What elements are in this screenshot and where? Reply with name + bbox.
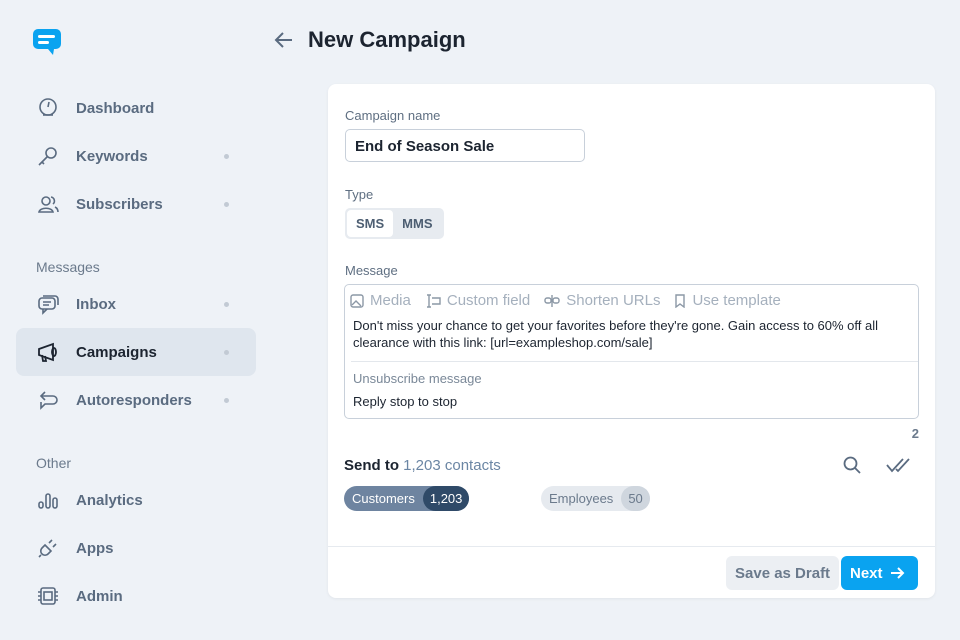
sidebar-item-inbox[interactable]: Inbox [16,280,256,328]
arrow-right-icon [890,567,904,579]
message-body-input[interactable]: Don't miss your chance to get your favor… [353,317,903,351]
sidebar-item-keywords[interactable]: Keywords [16,132,256,180]
recipient-chip-employees[interactable]: Employees 50 [541,486,650,511]
text-cursor-icon [426,293,441,308]
custom-field-button[interactable]: Custom field [425,292,530,309]
app-logo [33,29,61,55]
chip-icon [36,584,60,608]
plug-icon [36,536,60,560]
message-editor: Media Custom field Shorten URLs Use temp… [344,284,919,419]
campaign-form: Campaign name End of Season Sale Type SM… [328,84,935,598]
sidebar-item-apps[interactable]: Apps [16,524,256,572]
unsubscribe-label: Unsubscribe message [353,371,482,386]
select-all-icon[interactable] [886,457,910,473]
bar-chart-icon [36,488,60,512]
unsubscribe-input[interactable]: Reply stop to stop [353,394,457,409]
chat-icon [36,292,60,316]
type-toggle: SMS MMS [345,208,444,239]
campaign-name-label: Campaign name [345,108,441,123]
recipient-chip-customers[interactable]: Customers 1,203 [344,486,470,511]
next-button[interactable]: Next [841,556,918,590]
search-icon[interactable] [843,456,861,474]
media-button[interactable]: Media [350,292,411,309]
save-draft-button[interactable]: Save as Draft [726,556,840,590]
bookmark-icon [675,293,686,308]
type-sms-option[interactable]: SMS [347,210,394,237]
sidebar-item-campaigns[interactable]: Campaigns [16,328,256,376]
page-title: New Campaign [308,27,466,52]
users-icon [36,192,60,216]
sidebar-item-autoresponders[interactable]: Autoresponders [16,376,256,424]
megaphone-icon [36,340,60,364]
type-label: Type [345,187,374,202]
type-mms-option[interactable]: MMS [393,210,441,237]
sidebar-item-subscribers[interactable]: Subscribers [16,180,256,228]
gauge-icon [36,96,60,120]
link-icon [544,294,560,307]
sidebar-item-dashboard[interactable]: Dashboard [16,84,256,132]
send-to-summary: Send to 1,203 contacts [344,457,501,474]
key-icon [36,144,60,168]
segment-count: 2 [911,426,919,441]
campaign-name-input[interactable]: End of Season Sale [345,129,585,162]
section-other: Other [36,455,72,471]
reply-icon [36,388,60,412]
section-messages: Messages [36,259,100,275]
shorten-urls-button[interactable]: Shorten URLs [544,292,660,309]
back-arrow-icon[interactable] [272,28,296,52]
use-template-button[interactable]: Use template [674,292,781,309]
sidebar-item-analytics[interactable]: Analytics [16,476,256,524]
image-icon [350,293,364,308]
sidebar-item-admin[interactable]: Admin [16,572,256,620]
message-label: Message [345,263,398,278]
